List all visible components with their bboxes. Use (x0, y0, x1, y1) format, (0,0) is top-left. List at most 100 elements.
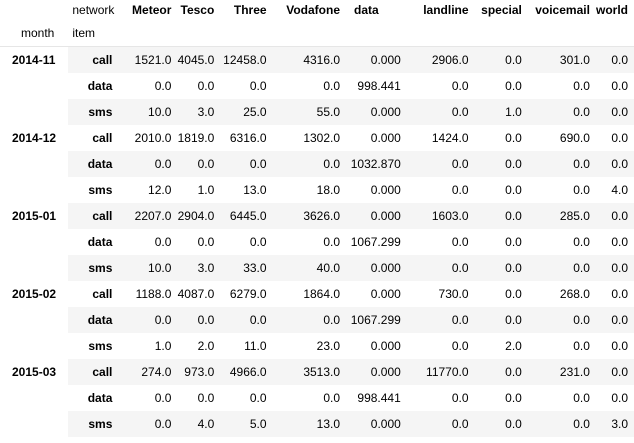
table-cell: 0.0 (573, 235, 590, 249)
table-cell: 1864.0 (303, 287, 341, 301)
table-cell: 0.0 (249, 235, 267, 249)
table-cell: 0.0 (573, 391, 590, 405)
table-cell: 0.0 (154, 417, 172, 431)
table-cell: 0.0 (451, 261, 469, 275)
table-cell: 0.0 (611, 261, 628, 275)
table-cell: 1819.0 (177, 131, 215, 145)
table-cell: 0.0 (573, 339, 590, 353)
table-cell: 0.0 (573, 79, 590, 93)
table-cell: 0.0 (505, 261, 522, 275)
row-header-month: 2015-02 (0, 281, 69, 359)
table-cell: 730.0 (438, 287, 469, 301)
table-cell: 0.0 (505, 209, 522, 223)
row-header-month: 2015-03 (0, 359, 69, 437)
table-cell: 268.0 (559, 287, 590, 301)
table-cell: 10.0 (148, 261, 172, 275)
table-cell: 13.0 (243, 183, 267, 197)
table-cell: 4.0 (197, 417, 215, 431)
table-cell: 0.0 (505, 391, 522, 405)
table-cell: 0.0 (451, 183, 469, 197)
table-row: sms 12.0 1.0 13.0 18.0 0.000 0.0 0.0 0.0 4.0 (0, 177, 634, 203)
table-cell: 0.0 (573, 157, 590, 171)
table-row: data 0.0 0.0 0.0 0.0 998.441 0.0 0.0 0.0 0.0 (0, 73, 634, 99)
table-cell: 40.0 (316, 261, 341, 275)
table-cell: 0.000 (370, 131, 401, 145)
table-body: 2014-11 call 1521.0 4045.0 12458.0 4316.0 0.00… (0, 46, 634, 437)
row-header-item: data (87, 313, 113, 327)
table-row: sms 1.0 2.0 11.0 23.0 0.000 0.0 2.0 0.0 0.0 (0, 333, 634, 359)
columns-level-label: network (72, 3, 115, 17)
table-cell: 998.441 (357, 79, 401, 93)
table-cell: 1067.299 (350, 313, 401, 327)
table-cell: 12458.0 (223, 53, 267, 67)
table-cell: 0.0 (154, 391, 172, 405)
table-cell: 6445.0 (229, 209, 267, 223)
row-header-item: sms (88, 183, 113, 197)
table-cell: 0.0 (197, 391, 215, 405)
table-cell: 12.0 (148, 183, 172, 197)
table-cell: 1.0 (505, 105, 522, 119)
table-cell: 1302.0 (303, 131, 341, 145)
table-cell: 4087.0 (177, 287, 215, 301)
table-cell: 998.441 (357, 391, 401, 405)
table-cell: 0.0 (505, 131, 522, 145)
table-cell: 0.0 (573, 183, 590, 197)
table-row: data 0.0 0.0 0.0 0.0 998.441 0.0 0.0 0.0 0.0 (0, 385, 634, 411)
table-row: sms 10.0 3.0 25.0 55.0 0.000 0.0 1.0 0.0 0.0 (0, 99, 634, 125)
table-cell: 231.0 (559, 365, 590, 379)
table-cell: 0.000 (370, 261, 401, 275)
index-name-row: month item (0, 20, 634, 47)
row-header-item: call (92, 209, 113, 223)
table-row: 2015-01 call 2207.0 2904.0 6445.0 3626.0 0.000… (0, 203, 634, 281)
table-cell: 0.0 (451, 79, 469, 93)
table-cell: 2207.0 (134, 209, 172, 223)
table-cell: 690.0 (559, 131, 590, 145)
table-header: network Meteor Tesco Three Vodafone data… (0, 0, 634, 47)
table-cell: 4316.0 (303, 53, 341, 67)
table-cell: 0.0 (505, 79, 522, 93)
table-cell: 0.0 (505, 417, 522, 431)
table-row: data 0.0 0.0 0.0 0.0 1032.870 0.0 0.0 0.0 0.0 (0, 151, 634, 177)
table-cell: 2.0 (197, 339, 215, 353)
table-cell: 4.0 (611, 183, 628, 197)
row-header-item: call (92, 365, 113, 379)
table-cell: 3.0 (611, 417, 628, 431)
table-cell: 0.0 (505, 183, 522, 197)
row-header-item: sms (88, 417, 113, 431)
table-cell: 0.0 (611, 131, 628, 145)
table-row: 2014-11 call 1521.0 4045.0 12458.0 4316.0 0.00… (0, 46, 634, 125)
row-header-item: data (87, 235, 113, 249)
table-row: sms 10.0 3.0 33.0 40.0 0.000 0.0 0.0 0.0 0.0 (0, 255, 634, 281)
table-cell: 0.0 (505, 287, 522, 301)
table-cell: 0.0 (154, 313, 172, 327)
table-cell: 0.0 (611, 339, 628, 353)
table-cell: 1424.0 (431, 131, 469, 145)
table-cell: 6279.0 (229, 287, 267, 301)
row-header-month: 2014-12 (0, 125, 69, 203)
table-cell: 1521.0 (134, 53, 172, 67)
table-cell: 11.0 (244, 339, 267, 353)
table-cell: 0.000 (370, 209, 401, 223)
table-cell: 0.000 (370, 417, 401, 431)
table-cell: 0.000 (370, 183, 401, 197)
table-cell: 0.0 (451, 235, 469, 249)
table-cell: 1.0 (154, 339, 172, 353)
table-cell: 0.0 (611, 313, 628, 327)
table-cell: 0.0 (573, 261, 590, 275)
table-cell: 2906.0 (431, 53, 469, 67)
table-cell: 4045.0 (177, 53, 215, 67)
table-cell: 0.0 (249, 157, 267, 171)
table-cell: 2.0 (505, 339, 522, 353)
table-cell: 0.0 (451, 313, 469, 327)
table-cell: 0.0 (197, 235, 215, 249)
table-cell: 0.0 (451, 339, 469, 353)
table-cell: 0.0 (611, 365, 628, 379)
table-cell: 0.0 (505, 157, 522, 171)
row-header-item: sms (88, 339, 113, 353)
column-header-landline: landline (423, 3, 469, 17)
table-cell: 3.0 (197, 105, 215, 119)
table-cell: 0.0 (154, 157, 172, 171)
table-cell: 0.0 (611, 157, 628, 171)
table-cell: 0.0 (323, 313, 341, 327)
column-header-voicemail: voicemail (535, 3, 590, 17)
